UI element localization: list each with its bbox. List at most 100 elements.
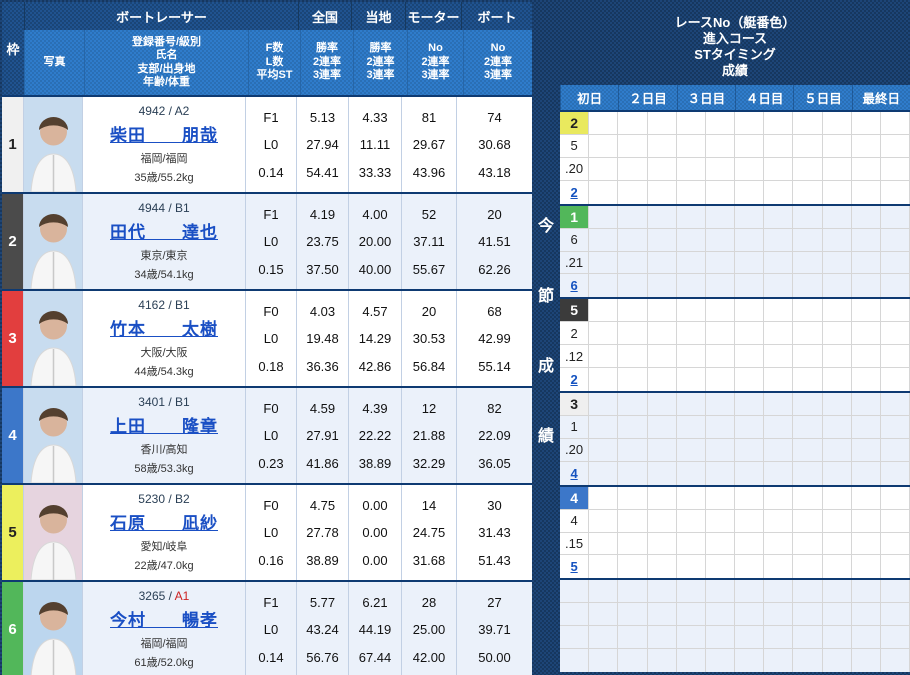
national-rates-cell: 4.1923.7537.50 [297,194,349,289]
empty-result-cell [881,299,910,322]
result-link[interactable]: 5 [570,559,577,574]
empty-result-cell [706,462,735,485]
empty-result-cell [823,416,852,439]
empty-result-cell [706,252,735,275]
empty-result-cell [677,229,706,252]
empty-result-cell [706,649,735,672]
empty-result-cell [881,274,910,297]
empty-result-cell [852,555,881,578]
racer-photo [24,97,83,192]
empty-result-cell [589,322,618,345]
empty-result-cell [852,112,881,135]
day-header-day1: 初日 [560,85,618,110]
empty-result-cell [764,299,793,322]
empty-result-cell [618,274,647,297]
empty-result-cell [764,462,793,485]
st-timing-cell: .12 [560,345,589,368]
day-header-final: 最終日 [852,85,910,110]
entry-course-cell [560,603,589,626]
result-link[interactable]: 4 [570,466,577,481]
empty-result-cell [852,510,881,533]
motor-rates-cell: 8129.6743.96 [402,97,457,192]
empty-result-cell [764,229,793,252]
empty-result-cell [823,181,852,204]
empty-result-cell [764,252,793,275]
empty-result-cell [735,580,764,603]
person-silhouette-icon [24,291,83,386]
race-number-cell: 2 [560,112,589,135]
st-timing-cell: .20 [560,439,589,462]
race-number-cell: 3 [560,393,589,416]
empty-result-cell [706,345,735,368]
empty-result-cell [706,112,735,135]
empty-result-cell [589,649,618,672]
empty-result-cell [881,462,910,485]
empty-result-cell [589,299,618,322]
result-cell: 4 [560,462,589,485]
empty-result-cell [618,181,647,204]
empty-result-cell [881,555,910,578]
local-rates-cell: 6.2144.1967.44 [349,582,402,675]
empty-result-cell [852,322,881,345]
racer-name-link[interactable]: 今村 暢孝 [110,606,218,631]
empty-result-cell [881,487,910,510]
person-silhouette-icon [24,582,83,675]
racer-table-header: 枠 ボートレーサー 全国 当地 モーター ボート 写真 登録番号/級別 氏名 支… [2,2,532,95]
motor-rates-cell: 2030.5356.84 [402,291,457,386]
empty-result-cell [648,487,677,510]
empty-result-cell [618,112,647,135]
registration-class: 3401 / B1 [138,395,189,409]
result-link[interactable]: 2 [570,185,577,200]
empty-result-cell [648,206,677,229]
empty-result-cell [793,416,822,439]
empty-result-cell [881,603,910,626]
racer-row: 55230 / B2石原 凪紗愛知/岐阜22歳/47.0kgF0L00.164.… [2,485,532,582]
national-rates-cell: 5.7743.2456.76 [297,582,349,675]
empty-result-cell [735,462,764,485]
result-cell: 2 [560,181,589,204]
empty-result-cell [706,181,735,204]
column-header-motor-rates: No 2連率 3連率 [407,30,463,95]
empty-result-cell [823,603,852,626]
column-header-photo: 写真 [24,30,84,95]
empty-result-cell [589,487,618,510]
empty-result-cell [793,368,822,391]
branch-origin: 大阪/大阪 [140,344,187,360]
column-header-fl-st: F数 L数 平均ST [248,30,300,95]
result-link[interactable]: 6 [570,278,577,293]
fl-st-cell: F1L00.15 [246,194,297,289]
racer-photo [24,485,83,580]
racer-name-link[interactable]: 上田 隆章 [110,412,218,437]
empty-result-cell [589,252,618,275]
empty-result-cell [589,135,618,158]
series-results-table: レースNo（艇番色） 進入コース STタイミング 成績 初日 ２日目 ３日目 ４… [560,0,910,672]
empty-result-cell [793,555,822,578]
empty-result-cell [852,181,881,204]
st-timing-cell: .20 [560,158,589,181]
empty-result-cell [823,274,852,297]
empty-result-cell [618,626,647,649]
racer-photo [24,291,83,386]
empty-result-cell [793,181,822,204]
empty-result-cell [648,439,677,462]
racer-name-link[interactable]: 柴田 朋哉 [110,121,218,146]
empty-result-cell [823,439,852,462]
racer-info: 4942 / A2柴田 朋哉福岡/福岡35歳/55.2kg [83,97,246,192]
racer-name-link[interactable]: 竹本 太樹 [110,315,218,340]
empty-result-cell [589,416,618,439]
empty-result-cell [852,252,881,275]
result-link[interactable]: 2 [570,372,577,387]
empty-result-cell [852,603,881,626]
empty-result-cell [852,393,881,416]
empty-result-cell [677,181,706,204]
empty-result-cell [793,252,822,275]
empty-result-cell [852,462,881,485]
empty-result-cell [618,158,647,181]
st-timing-cell: .21 [560,252,589,275]
empty-result-cell [648,580,677,603]
empty-result-cell [589,274,618,297]
empty-result-cell [589,510,618,533]
racer-name-link[interactable]: 石原 凪紗 [110,509,218,534]
empty-result-cell [823,487,852,510]
racer-name-link[interactable]: 田代 達也 [110,218,218,243]
